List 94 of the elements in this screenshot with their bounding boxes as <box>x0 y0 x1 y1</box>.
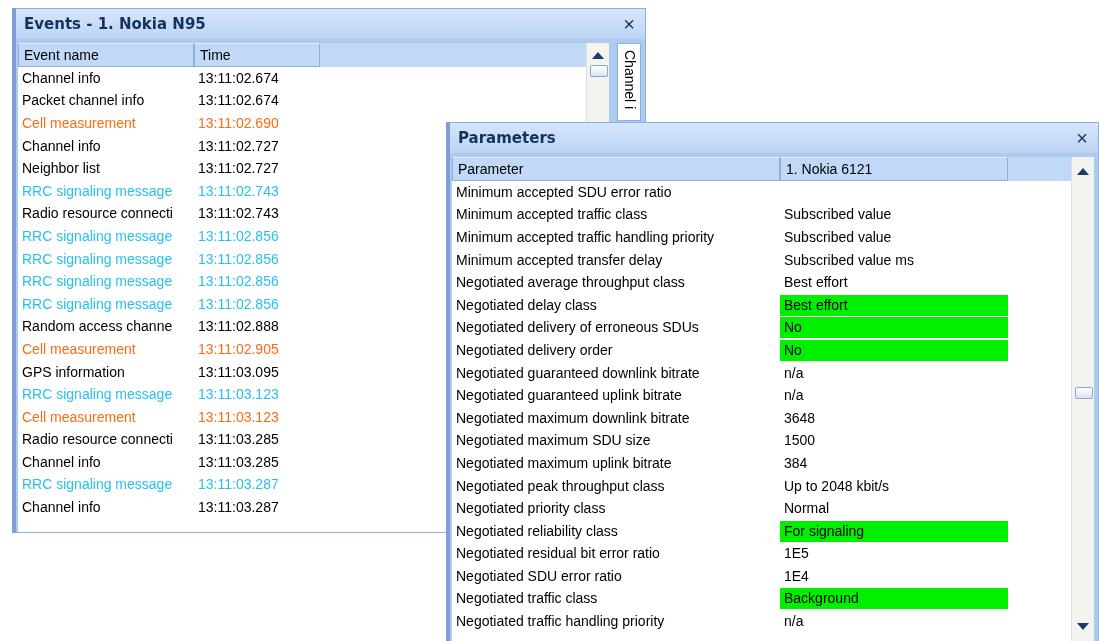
value-cell-text: Best effort <box>783 273 849 293</box>
parameter-cell-text: Negotiated peak throughput class <box>455 476 666 496</box>
event-name-cell-text: RRC signaling message <box>21 249 174 269</box>
scroll-up-icon[interactable] <box>1077 167 1089 175</box>
time-cell-text: 13:11:02.743 <box>197 181 280 201</box>
time-cell-text: 13:11:03.287 <box>197 498 280 518</box>
parameter-cell-text: Negotiated traffic handling priority <box>455 612 666 632</box>
event-name-cell-text: Radio resource connecti <box>21 430 174 450</box>
event-name-cell-text: Radio resource connecti <box>21 204 174 224</box>
window-title: Parameters <box>458 129 556 147</box>
time-cell-text: 13:11:02.674 <box>197 68 280 88</box>
value-cell: Background <box>780 588 1008 610</box>
time-cell-text: 13:11:02.743 <box>197 204 280 224</box>
scroll-thumb[interactable] <box>590 65 608 77</box>
time-cell-text: 13:11:03.123 <box>197 407 280 427</box>
scroll-up-icon[interactable] <box>592 51 604 59</box>
time-cell-text: 13:11:02.888 <box>197 317 280 337</box>
value-cell-text: Normal <box>783 499 831 519</box>
scrollbar[interactable] <box>1071 157 1094 641</box>
event-name-cell-text: Channel info <box>21 136 102 156</box>
time-cell-text: 13:11:03.285 <box>197 430 280 450</box>
event-name-cell-text: RRC signaling message <box>21 294 174 314</box>
time-cell-text: 13:11:03.123 <box>197 385 280 405</box>
event-name-cell-text: Channel info <box>21 68 102 88</box>
parameter-cell-text: Negotiated maximum downlink bitrate <box>455 408 691 428</box>
event-name-cell-text: RRC signaling message <box>21 385 174 405</box>
value-cell-text: Up to 2048 kbit/s <box>783 476 891 496</box>
value-cell-text: n/a <box>783 386 805 406</box>
event-name-cell-text: Cell measurement <box>21 407 137 427</box>
parameter-cell-text: Minimum accepted traffic handling priority <box>455 228 716 247</box>
column-header[interactable]: Time <box>194 43 320 67</box>
value-cell-text: 1500 <box>783 431 817 451</box>
event-name-cell-text: Packet channel info <box>21 91 146 111</box>
value-cell-text: 384 <box>783 453 809 473</box>
event-name-cell-text: RRC signaling message <box>21 226 174 246</box>
value-cell-text: Subscribed value <box>783 228 893 247</box>
event-name-cell-text: Neighbor list <box>21 159 101 179</box>
time-cell-text: 13:11:02.856 <box>197 226 280 246</box>
value-cell-text: Subscribed value ms <box>783 250 915 270</box>
time-cell-text: 13:11:03.285 <box>197 452 280 472</box>
column-header[interactable]: Event name <box>18 43 194 67</box>
parameter-cell-text: Negotiated maximum SDU size <box>455 431 652 451</box>
value-cell: No <box>780 339 1008 361</box>
parameter-cell-text: Minimum accepted SDU error ratio <box>455 182 673 202</box>
column-header[interactable]: Parameter <box>452 157 780 181</box>
value-cell-text: 1E5 <box>783 544 810 564</box>
parameter-cell-text: Negotiated priority class <box>455 499 607 519</box>
value-cell-text: 1E4 <box>783 566 810 586</box>
value-cell: No <box>780 317 1008 339</box>
event-name-cell-text: Cell measurement <box>21 114 137 133</box>
side-tab[interactable]: Channel i <box>617 43 641 121</box>
parameter-cell-text: Negotiated delay class <box>455 295 598 315</box>
close-button[interactable]: × <box>621 14 637 34</box>
time-cell-text: 13:11:02.690 <box>197 114 280 133</box>
parameter-cell-text: Negotiated guaranteed downlink bitrate <box>455 363 701 383</box>
value-cell-text: n/a <box>783 612 805 632</box>
time-cell-text: 13:11:03.287 <box>197 475 280 495</box>
event-name-cell-text: RRC signaling message <box>21 272 174 292</box>
value-cell-text: n/a <box>783 363 805 383</box>
parameter-cell-text: Negotiated delivery order <box>455 340 614 360</box>
window-title: Events - 1. Nokia N95 <box>24 15 206 33</box>
time-cell-text: 13:11:02.727 <box>197 136 280 156</box>
event-name-cell-text: Channel info <box>21 452 102 472</box>
event-name-cell-text: RRC signaling message <box>21 475 174 495</box>
parameter-cell-text: Negotiated residual bit error ratio <box>455 544 661 564</box>
parameter-cell-text: Negotiated maximum uplink bitrate <box>455 453 673 473</box>
parameter-cell-text: Negotiated guaranteed uplink bitrate <box>455 386 683 406</box>
parameter-cell-text: Negotiated delivery of erroneous SDUs <box>455 318 700 338</box>
parameter-cell-text: Negotiated reliability class <box>455 521 619 541</box>
value-cell: Best effort <box>780 294 1008 316</box>
time-cell-text: 13:11:02.727 <box>197 159 280 179</box>
time-cell-text: 13:11:02.905 <box>197 339 280 359</box>
event-name-cell-text: Cell measurement <box>21 339 137 359</box>
time-cell-text: 13:11:02.856 <box>197 294 280 314</box>
event-name-cell-text: RRC signaling message <box>21 181 174 201</box>
event-name-cell-text: Random access channe <box>21 317 174 337</box>
time-cell-text: 13:11:02.674 <box>197 91 280 111</box>
parameter-cell-text: Negotiated SDU error ratio <box>455 566 623 586</box>
parameter-cell-text: Negotiated traffic class <box>455 589 599 609</box>
scroll-thumb[interactable] <box>1075 387 1093 399</box>
scroll-down-icon[interactable] <box>1077 623 1089 631</box>
time-cell-text: 13:11:02.856 <box>197 272 280 292</box>
time-cell-text: 13:11:02.856 <box>197 249 280 269</box>
value-cell-text: Subscribed value <box>783 205 893 225</box>
event-name-cell-text: GPS information <box>21 362 126 382</box>
close-button[interactable]: × <box>1074 128 1090 148</box>
parameter-cell-text: Negotiated average throughput class <box>455 273 686 293</box>
event-name-cell-text: Channel info <box>21 498 102 518</box>
time-cell-text: 13:11:03.095 <box>197 362 280 382</box>
column-header[interactable]: 1. Nokia 6121 <box>780 157 1008 181</box>
parameter-cell-text: Minimum accepted traffic class <box>455 205 649 225</box>
parameter-cell-text: Minimum accepted transfer delay <box>455 250 664 270</box>
value-cell: For signaling <box>780 520 1008 542</box>
value-cell-text: 3648 <box>783 408 817 428</box>
